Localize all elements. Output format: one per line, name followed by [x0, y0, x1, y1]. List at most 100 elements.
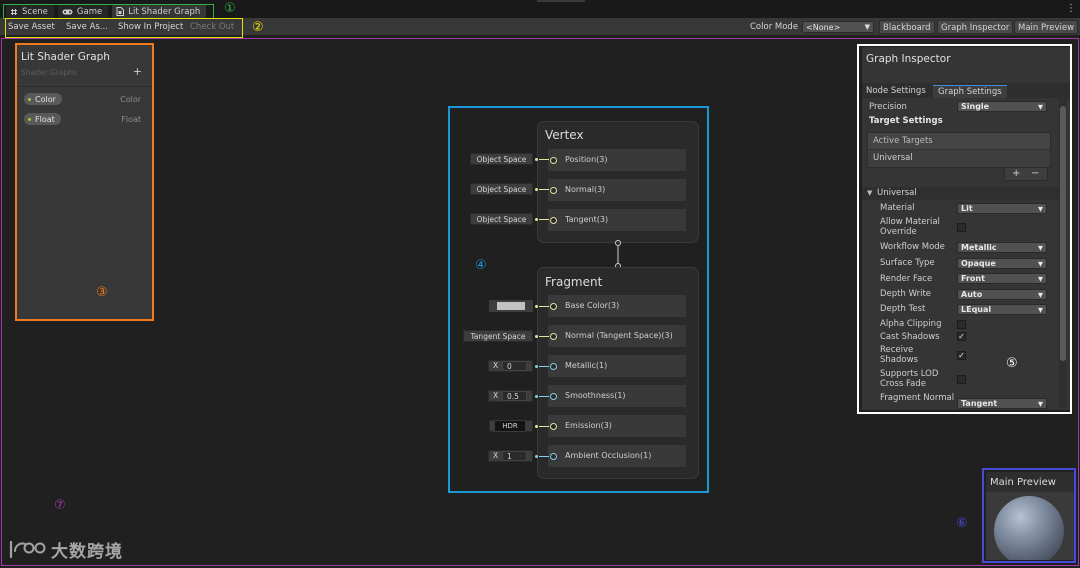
property-name: Float	[35, 114, 55, 124]
depth-test-dropdown[interactable]: LEqual ▼	[957, 304, 1047, 315]
depth-test-label: Depth Test	[880, 304, 926, 314]
tab-game[interactable]: Game	[57, 5, 109, 18]
tab-lit-shader-graph-label: Lit Shader Graph	[128, 6, 201, 17]
chevron-down-icon: ▼	[1038, 260, 1043, 268]
add-property-icon[interactable]: +	[133, 65, 142, 78]
input-port[interactable]	[550, 333, 557, 340]
inspector-title: Graph Inspector	[866, 53, 951, 65]
allow-override-checkbox[interactable]	[957, 223, 966, 232]
alpha-clipping-checkbox[interactable]	[957, 320, 966, 329]
fragment-metallic-slot[interactable]: Metallic(1)	[547, 354, 687, 378]
x-label: X	[493, 361, 499, 370]
x-label: X	[493, 391, 499, 400]
graph-inspector-toggle-button[interactable]: Graph Inspector	[937, 20, 1014, 34]
vertex-normal-input[interactable]: Object Space	[470, 183, 533, 195]
property-float[interactable]: Float	[24, 113, 61, 125]
workflow-dropdown[interactable]: Metallic ▼	[957, 242, 1047, 253]
precision-dropdown[interactable]: Single ▼	[957, 101, 1047, 112]
fragment-base-color-slot[interactable]: Base Color(3)	[547, 294, 687, 318]
scrollbar-thumb[interactable]	[1060, 106, 1066, 361]
workflow-value: Metallic	[961, 243, 997, 252]
surface-type-dropdown[interactable]: Opaque ▼	[957, 258, 1047, 269]
ao-value-field[interactable]: 1	[502, 451, 527, 461]
base-color-input[interactable]	[489, 300, 533, 312]
input-port[interactable]	[550, 157, 557, 164]
tab-graph-settings[interactable]: Graph Settings	[933, 85, 1007, 98]
vertex-tangent-slot[interactable]: Tangent(3)	[547, 208, 687, 232]
chevron-down-icon: ▼	[1038, 400, 1043, 408]
tab-scene[interactable]: Scene	[6, 5, 54, 18]
vertex-title: Vertex	[545, 128, 584, 142]
annotation-marker-5: ⑤	[1006, 356, 1018, 371]
target-add-remove: + −	[1004, 167, 1048, 181]
cast-shadows-checkbox[interactable]: ✓	[957, 332, 966, 341]
alpha-clipping-label: Alpha Clipping	[880, 319, 942, 329]
vertex-normal-slot[interactable]: Normal(3)	[547, 178, 687, 202]
chevron-down-icon: ▼	[1038, 306, 1043, 314]
input-port[interactable]	[550, 187, 557, 194]
preview-viewport[interactable]	[986, 492, 1074, 560]
window-tab-bar: Scene Game Lit Shader Graph ⋮	[0, 0, 1080, 18]
normal-space-input[interactable]: Tangent Space	[463, 330, 533, 342]
preview-sphere[interactable]	[994, 496, 1064, 560]
property-color[interactable]: Color	[24, 93, 62, 105]
check-out-button[interactable]: Check Out	[188, 20, 236, 34]
smoothness-value-field[interactable]: 0.5	[502, 391, 527, 401]
wire-dot	[535, 365, 538, 368]
emission-hdr-swatch[interactable]: HDR	[494, 420, 526, 432]
slot-label: Metallic(1)	[565, 361, 608, 370]
input-port[interactable]	[550, 453, 557, 460]
input-port[interactable]	[550, 393, 557, 400]
add-target-icon[interactable]: +	[1012, 168, 1020, 180]
more-options-icon[interactable]: ⋮	[1066, 3, 1076, 14]
chevron-down-icon: ▼	[1038, 291, 1043, 299]
slot-label: Position(3)	[565, 155, 608, 164]
vertex-position-slot[interactable]: Position(3)	[547, 148, 687, 172]
lod-crossfade-checkbox[interactable]	[957, 375, 966, 384]
material-dropdown[interactable]: Lit ▼	[957, 203, 1047, 214]
input-port[interactable]	[550, 217, 557, 224]
fragment-normal-dropdown[interactable]: Tangent ▼	[957, 398, 1047, 409]
metallic-value-field[interactable]: 0	[502, 361, 527, 371]
color-mode-dropdown[interactable]: <None> ▼	[802, 21, 874, 33]
inspector-tabs: Node Settings Graph Settings	[862, 83, 1070, 98]
render-face-dropdown[interactable]: Front ▼	[957, 273, 1047, 284]
input-port[interactable]	[550, 423, 557, 430]
remove-target-icon[interactable]: −	[1031, 168, 1039, 180]
annotation-marker-6: ⑥	[956, 516, 968, 531]
fragment-smoothness-slot[interactable]: Smoothness(1)	[547, 384, 687, 408]
fragment-emission-slot[interactable]: Emission(3)	[547, 414, 687, 438]
wire	[539, 189, 549, 190]
input-port[interactable]	[550, 363, 557, 370]
slot-label: Emission(3)	[565, 421, 612, 430]
blackboard-toggle-button[interactable]: Blackboard	[879, 20, 935, 34]
fragment-normal-slot[interactable]: Normal (Tangent Space)(3)	[547, 324, 687, 348]
save-as-button[interactable]: Save As...	[64, 20, 110, 34]
show-in-project-button[interactable]: Show In Project	[116, 20, 185, 34]
blackboard-panel: Lit Shader Graph Shader Graphs + Color C…	[17, 45, 152, 319]
receive-shadows-checkbox[interactable]: ✓	[957, 351, 966, 360]
gamepad-icon	[62, 9, 73, 14]
vertex-tangent-input[interactable]: Object Space	[470, 213, 533, 225]
inspector-scrollbar[interactable]	[1059, 96, 1067, 407]
universal-section-header[interactable]: ▼ Universal	[862, 187, 1062, 200]
chevron-down-icon: ▼	[1038, 103, 1043, 111]
depth-write-dropdown[interactable]: Auto ▼	[957, 289, 1047, 300]
color-swatch[interactable]	[497, 302, 525, 310]
shader-graph-icon	[116, 7, 125, 16]
main-preview-toggle-button[interactable]: Main Preview	[1014, 20, 1079, 34]
chevron-down-icon: ▼	[1038, 244, 1043, 252]
fragment-ao-slot[interactable]: Ambient Occlusion(1)	[547, 444, 687, 468]
tab-lit-shader-graph[interactable]: Lit Shader Graph	[112, 5, 207, 18]
target-item-universal[interactable]: Universal	[873, 153, 913, 163]
property-pill[interactable]: Color	[24, 93, 62, 105]
tab-node-settings[interactable]: Node Settings	[866, 85, 926, 98]
active-targets-header: Active Targets	[868, 133, 1050, 150]
master-stack: Vertex Position(3) Normal(3) Tangent(3) …	[449, 107, 708, 492]
input-port[interactable]	[550, 303, 557, 310]
property-pill[interactable]: Float	[24, 113, 61, 125]
surface-type-label: Surface Type	[880, 258, 935, 268]
vertex-position-input[interactable]: Object Space	[470, 153, 533, 165]
wire-dot	[535, 218, 538, 221]
save-asset-button[interactable]: Save Asset	[6, 20, 57, 34]
